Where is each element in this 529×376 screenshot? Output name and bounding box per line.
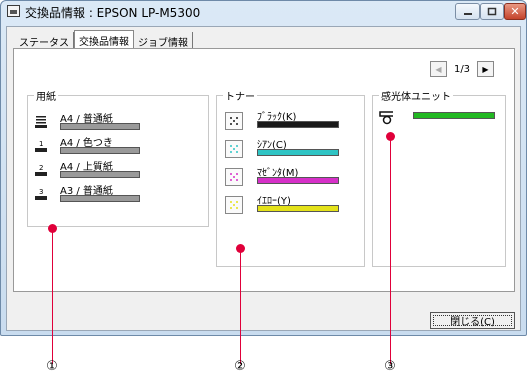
drum-group-title: 感光体ユニット (379, 88, 453, 103)
drum-level-fill (414, 113, 494, 118)
tab-supplies[interactable]: 交換品情報 (74, 30, 134, 50)
toner-level-fill (258, 178, 338, 183)
paper-tray-1-icon: 1 (34, 139, 48, 153)
next-page-button[interactable]: ▶ (477, 61, 494, 77)
pager: ◀ 1/3 ▶ (430, 61, 494, 77)
toner-group: トナー ﾌﾞﾗｯｸ(K) ｼｱﾝ(C) ﾏｾﾞﾝﾀ(M) ｲｴﾛｰ(Y) (216, 88, 365, 267)
paper-level-bar (60, 171, 140, 178)
paper-group-title: 用紙 (34, 88, 58, 103)
callout-dot-1 (48, 224, 57, 233)
printer-window: 交換品情報 : EPSON LP-M5300 ✕ ステータス 交換品情報 ジョブ… (0, 0, 527, 336)
paper-tray-full-icon (34, 115, 48, 129)
prev-page-button[interactable]: ◀ (430, 61, 447, 77)
page-index: 1/3 (453, 63, 471, 75)
supplies-panel: ◀ 1/3 ▶ 用紙 A4 / 普通紙 1 A4 / 色つき 2 A4 / 上質… (13, 48, 515, 292)
callout-dot-2 (236, 244, 245, 253)
cyan-toner-icon (225, 140, 243, 158)
svg-text:3: 3 (39, 188, 43, 196)
callout-line-3 (390, 136, 391, 364)
window-title: 交換品情報 : EPSON LP-M5300 (25, 6, 201, 20)
drum-level-bar (413, 112, 495, 119)
close-window-button[interactable]: ✕ (504, 3, 526, 20)
toner-group-title: トナー (223, 88, 257, 103)
maximize-button[interactable] (480, 3, 504, 20)
toner-level-bar (257, 205, 339, 212)
close-button[interactable]: 閉じる(C) (430, 312, 515, 329)
window-client-area: ステータス 交換品情報 ジョブ情報 ◀ 1/3 ▶ 用紙 A4 / 普通紙 1 … (6, 26, 521, 331)
magenta-toner-icon (225, 168, 243, 186)
minimize-icon (463, 12, 472, 15)
svg-text:2: 2 (39, 164, 43, 172)
printer-app-icon (7, 5, 20, 17)
paper-level-bar (60, 195, 140, 202)
yellow-toner-icon (225, 196, 243, 214)
paper-level-bar (60, 147, 140, 154)
toner-level-fill (258, 150, 338, 155)
toner-level-fill (258, 206, 338, 211)
callout-line-1 (52, 228, 53, 364)
black-toner-icon (225, 112, 243, 130)
drum-unit-icon (379, 111, 393, 125)
callout-label-1: ① (46, 359, 58, 374)
callout-label-3: ③ (384, 359, 396, 374)
paper-group: 用紙 A4 / 普通紙 1 A4 / 色つき 2 A4 / 上質紙 3 A3 /… (27, 88, 209, 227)
maximize-icon (487, 7, 497, 16)
toner-level-bar (257, 149, 339, 156)
paper-level-fill (61, 196, 139, 201)
callout-line-2 (240, 248, 241, 364)
minimize-button[interactable] (455, 3, 480, 20)
drum-group: 感光体ユニット (372, 88, 506, 267)
paper-tray-2-icon: 2 (34, 163, 48, 177)
toner-level-bar (257, 121, 339, 128)
toner-level-bar (257, 177, 339, 184)
title-bar[interactable]: 交換品情報 : EPSON LP-M5300 ✕ (1, 1, 526, 23)
toner-level-fill (258, 122, 338, 127)
svg-text:1: 1 (39, 140, 43, 148)
paper-tray-3-icon: 3 (34, 187, 48, 201)
paper-level-bar (60, 123, 140, 130)
callout-dot-3 (386, 132, 395, 141)
callout-label-2: ② (234, 359, 246, 374)
paper-level-fill (61, 148, 139, 153)
tab-status[interactable]: ステータス (15, 32, 74, 49)
paper-level-fill (61, 172, 139, 177)
paper-level-fill (61, 124, 139, 129)
tab-jobs[interactable]: ジョブ情報 (134, 32, 193, 49)
